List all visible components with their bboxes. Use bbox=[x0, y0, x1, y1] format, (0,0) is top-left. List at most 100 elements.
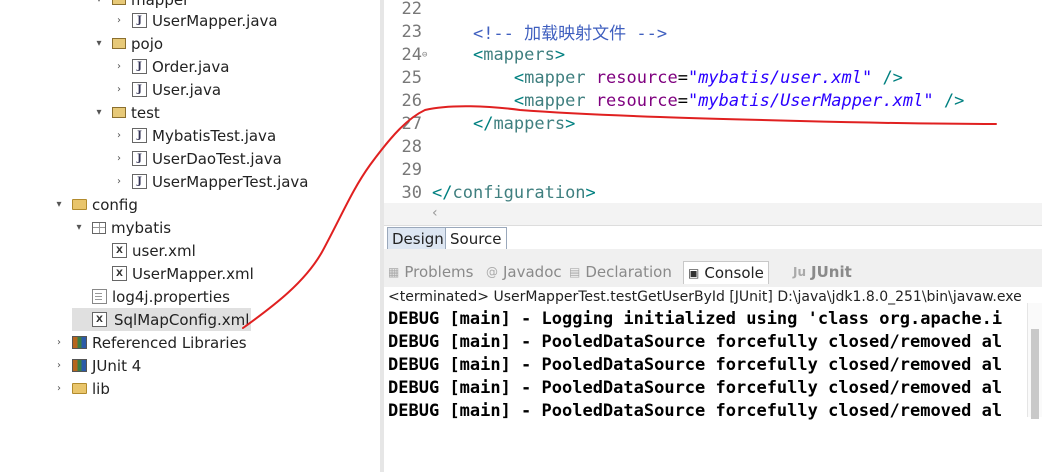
expanded-chevron-icon[interactable]: ▾ bbox=[92, 0, 106, 5]
code-line[interactable]: 28 bbox=[384, 135, 1042, 158]
library-icon bbox=[72, 359, 87, 372]
tab-javadoc[interactable]: @ Javadoc bbox=[486, 261, 562, 283]
collapsed-chevron-icon[interactable]: › bbox=[112, 15, 126, 26]
expanded-chevron-icon[interactable]: ▾ bbox=[92, 107, 106, 118]
tree-item[interactable]: ▾ mybatis bbox=[72, 216, 171, 239]
line-number: 28 bbox=[401, 136, 422, 157]
code-line[interactable]: 22 bbox=[384, 0, 1042, 20]
console-line: DEBUG [main] - PooledDataSource forceful… bbox=[388, 401, 1003, 421]
package-icon bbox=[112, 0, 126, 5]
tree-item-label: pojo bbox=[131, 34, 164, 53]
editor-mode-tabs: Design Source bbox=[384, 225, 1042, 250]
problems-icon: ▦ bbox=[388, 265, 400, 279]
collapsed-chevron-icon[interactable]: › bbox=[112, 130, 126, 141]
tree-item-label: UserDaoTest.java bbox=[152, 149, 282, 168]
tree-item[interactable]: ▾ test bbox=[92, 101, 160, 124]
tree-item[interactable]: X SqlMapConfig.xml bbox=[72, 308, 252, 331]
xml-editor[interactable]: 22 23 <!-- 加载映射文件 --> 24 ⊖ <mappers> 25 <map… bbox=[384, 0, 1042, 225]
tree-item[interactable]: › Referenced Libraries bbox=[52, 331, 247, 354]
code-line[interactable]: 25 <mapper resource="mybatis/user.xml" /… bbox=[384, 66, 1042, 89]
code-line[interactable]: 26 <mapper resource="mybatis/UserMapper.… bbox=[384, 89, 1042, 112]
tree-item[interactable]: › J MybatisTest.java bbox=[112, 124, 276, 147]
console-vertical-scrollbar[interactable] bbox=[1027, 303, 1042, 419]
console-icon: ▣ bbox=[688, 266, 700, 280]
tree-item-label: user.xml bbox=[132, 241, 196, 260]
view-tab-label: Javadoc bbox=[503, 263, 562, 281]
code-line[interactable]: 24 ⊖ <mappers> bbox=[384, 43, 1042, 66]
code-line[interactable]: 29 bbox=[384, 158, 1042, 181]
code-line[interactable]: 23 <!-- 加载映射文件 --> bbox=[384, 20, 1042, 45]
tree-item-label: test bbox=[131, 103, 160, 122]
console-line: DEBUG [main] - Logging initialized using… bbox=[388, 309, 1003, 329]
tree-item-label: UserMapper.xml bbox=[132, 264, 254, 283]
java-file-icon: J bbox=[132, 59, 147, 74]
tree-item[interactable]: › J User.java bbox=[112, 78, 221, 101]
tab-design[interactable]: Design bbox=[387, 227, 449, 250]
junit-icon: Ju bbox=[793, 265, 807, 279]
javadoc-icon: @ bbox=[486, 265, 498, 279]
tree-item[interactable]: › J UserDaoTest.java bbox=[112, 147, 282, 170]
collapsed-chevron-icon[interactable]: › bbox=[52, 360, 66, 371]
tree-item[interactable]: Xuser.xml bbox=[92, 239, 196, 262]
tab-junit[interactable]: Ju JUnit bbox=[793, 261, 852, 283]
code-text: </mappers> bbox=[472, 113, 576, 134]
tab-declaration[interactable]: ▤ Declaration bbox=[569, 261, 672, 283]
package-icon bbox=[112, 38, 126, 49]
fold-collapse-icon[interactable]: ⊖ bbox=[422, 50, 432, 60]
java-file-icon: J bbox=[132, 13, 147, 28]
properties-file-icon bbox=[92, 289, 107, 304]
tree-item[interactable]: › JUnit 4 bbox=[52, 354, 141, 377]
collapsed-chevron-icon[interactable]: › bbox=[52, 337, 66, 348]
expanded-chevron-icon[interactable]: ▾ bbox=[52, 199, 66, 210]
scroll-left-icon[interactable]: ‹ bbox=[432, 205, 438, 221]
console-status: <terminated> UserMapperTest.testGetUserB… bbox=[388, 289, 1022, 305]
tree-item[interactable]: log4j.properties bbox=[72, 285, 230, 308]
line-number: 25 bbox=[401, 67, 422, 88]
expanded-chevron-icon[interactable]: ▾ bbox=[92, 38, 106, 49]
tree-item-label: Referenced Libraries bbox=[92, 333, 247, 352]
tree-item[interactable]: ▾ config bbox=[52, 193, 137, 216]
tree-item[interactable]: › J UserMapperTest.java bbox=[112, 170, 309, 193]
tree-item-label: mapper bbox=[131, 0, 189, 9]
tab-problems[interactable]: ▦ Problems bbox=[388, 261, 473, 283]
collapsed-chevron-icon[interactable]: › bbox=[112, 176, 126, 187]
java-file-icon: J bbox=[132, 128, 147, 143]
scrollbar-thumb[interactable] bbox=[1031, 329, 1039, 419]
code-line[interactable]: 27 </mappers> bbox=[384, 112, 1042, 135]
code-text: <mappers> bbox=[472, 44, 566, 65]
tree-item[interactable]: › lib bbox=[52, 377, 110, 400]
view-tab-label: Declaration bbox=[585, 263, 672, 281]
tree-item[interactable]: › J Order.java bbox=[112, 55, 229, 78]
tree-item[interactable]: › J UserMapper.java bbox=[112, 9, 278, 32]
expanded-chevron-icon[interactable]: ▾ bbox=[72, 222, 86, 233]
line-number: 27 bbox=[401, 113, 422, 134]
tree-item[interactable]: X UserMapper.xml bbox=[92, 262, 254, 285]
collapsed-chevron-icon[interactable]: › bbox=[52, 383, 66, 394]
library-icon bbox=[72, 336, 87, 349]
tree-item-label: Order.java bbox=[152, 57, 230, 76]
code-line[interactable]: 30 </configuration> bbox=[384, 181, 1042, 204]
java-file-icon: J bbox=[132, 151, 147, 166]
collapsed-chevron-icon[interactable]: › bbox=[112, 84, 126, 95]
tree-item-label: MybatisTest.java bbox=[152, 126, 277, 145]
tab-source[interactable]: Source bbox=[445, 227, 507, 250]
tab-console[interactable]: ▣ Console bbox=[683, 261, 769, 284]
collapsed-chevron-icon[interactable]: › bbox=[112, 153, 126, 164]
line-number: 22 bbox=[401, 0, 422, 19]
tree-item[interactable]: ▾ pojo bbox=[92, 32, 163, 55]
editor-horizontal-scrollbar[interactable]: ‹ bbox=[384, 203, 1042, 225]
tree-item-label: log4j.properties bbox=[112, 287, 230, 306]
view-tab-label: JUnit bbox=[811, 263, 852, 281]
tree-item-label: mybatis bbox=[111, 218, 172, 237]
folder-icon bbox=[72, 199, 87, 210]
tree-item-label: JUnit 4 bbox=[92, 356, 142, 375]
collapsed-chevron-icon[interactable]: › bbox=[112, 61, 126, 72]
console-line: DEBUG [main] - PooledDataSource forceful… bbox=[388, 332, 1003, 352]
xml-file-icon: X bbox=[92, 312, 107, 327]
console-line: DEBUG [main] - PooledDataSource forceful… bbox=[388, 355, 1003, 375]
tree-item-label: User.java bbox=[152, 80, 222, 99]
tree-item-label: lib bbox=[92, 379, 110, 398]
line-number: 29 bbox=[401, 159, 422, 180]
code-text: <mapper resource="mybatis/UserMapper.xml… bbox=[513, 90, 965, 111]
console-line: DEBUG [main] - PooledDataSource forceful… bbox=[388, 378, 1003, 398]
